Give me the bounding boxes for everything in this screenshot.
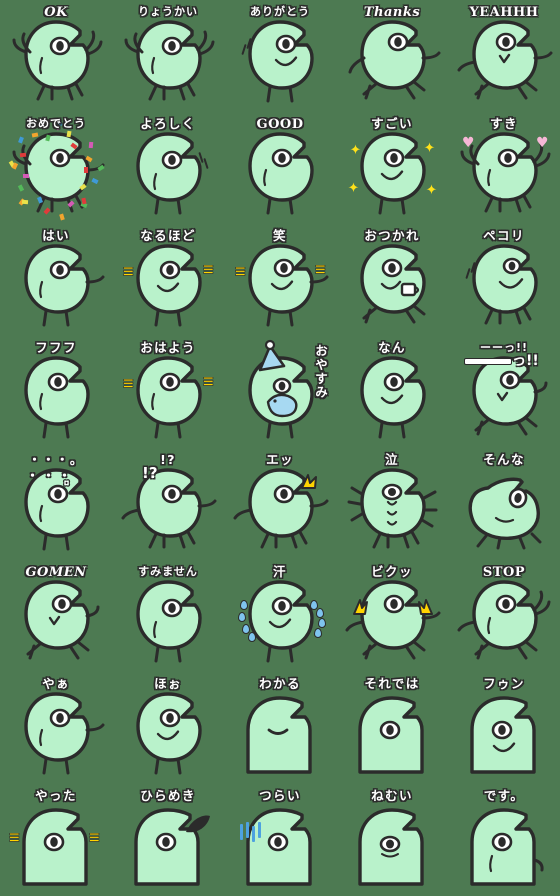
sticker-cell[interactable]: STOP [448,560,560,672]
sticker-cell[interactable]: それでは [336,672,448,784]
bird-character-icon [448,784,560,896]
bird-character-icon [336,672,448,784]
sticker-cell[interactable]: ひらめき [112,784,224,896]
sticker-cell[interactable]: 泣 [336,448,448,560]
sticker-cell[interactable]: OK [0,0,112,112]
bird-character-icon [0,560,112,672]
bird-character-icon [224,224,336,336]
bird-character-icon [336,784,448,896]
bird-character-icon [448,336,560,448]
bird-character-icon [336,112,448,224]
sticker-cell[interactable]: ねむい [336,784,448,896]
bird-character-icon [112,448,224,560]
sticker-cell[interactable]: ♥ ♥ すき [448,112,560,224]
sticker-cell[interactable]: おつかれ [336,224,448,336]
sticker-cell[interactable]: Thanks [336,0,448,112]
bird-character-icon [0,0,112,112]
sticker-cell[interactable]: ✦ ✦ ✦ ✦ すごい [336,112,448,224]
sticker-cell[interactable]: そんな [448,448,560,560]
bird-character-icon [112,112,224,224]
sticker-sheet: OK りょうかい ありがとう Thanks YEAHHH おめでとう よろしく … [0,0,560,896]
sticker-cell[interactable]: GOOD [224,112,336,224]
bird-character-icon [336,224,448,336]
bird-character-icon [224,336,336,448]
bird-character-icon [224,448,336,560]
bird-character-icon [336,448,448,560]
sticker-cell[interactable]: !?!? [112,448,224,560]
sticker-cell[interactable]: GOMEN [0,560,112,672]
bird-character-icon [224,112,336,224]
sticker-cell[interactable]: です。 [448,784,560,896]
bird-character-icon [224,784,336,896]
sticker-cell[interactable]: ≡ ≡ やった [0,784,112,896]
sticker-cell[interactable]: やぁ [0,672,112,784]
bird-character-icon [336,560,448,672]
bird-character-icon [448,672,560,784]
bird-character-icon [112,336,224,448]
bird-character-icon [224,672,336,784]
bird-character-icon [336,336,448,448]
sticker-cell[interactable]: なん [336,336,448,448]
sticker-cell[interactable]: つらい [224,784,336,896]
sticker-cell[interactable]: フゥン [448,672,560,784]
bird-character-icon [0,224,112,336]
bird-character-icon [448,448,560,560]
bird-character-icon [224,0,336,112]
bird-character-icon [112,672,224,784]
sticker-cell[interactable]: ほぉ [112,672,224,784]
sticker-cell[interactable]: おやすみ [224,336,336,448]
bird-character-icon [448,224,560,336]
sticker-cell[interactable]: すみません [112,560,224,672]
sticker-cell[interactable]: ≡ ≡ なるほど [112,224,224,336]
sticker-cell[interactable]: おめでとう [0,112,112,224]
sticker-cell[interactable]: ありがとう [224,0,336,112]
bird-character-icon [0,112,112,224]
bird-character-icon [448,0,560,112]
bird-character-icon [448,560,560,672]
sticker-cell[interactable]: ・・・。・・・。 [0,448,112,560]
bird-character-icon [0,672,112,784]
bird-character-icon [112,560,224,672]
bird-character-icon [0,784,112,896]
bird-character-icon [112,224,224,336]
sticker-cell[interactable]: エッ [224,448,336,560]
sticker-cell[interactable]: ペコリ [448,224,560,336]
bird-character-icon [0,336,112,448]
bird-character-icon [336,0,448,112]
sticker-cell[interactable]: ≡ ≡ おはよう [112,336,224,448]
sticker-cell[interactable]: りょうかい [112,0,224,112]
sticker-cell[interactable]: フフフ [0,336,112,448]
sticker-cell[interactable]: わかる [224,672,336,784]
bird-character-icon [448,112,560,224]
sticker-cell[interactable]: っ!! ーーっ!! [448,336,560,448]
sticker-cell[interactable]: はい [0,224,112,336]
sticker-cell[interactable]: ≡ ≡ 笑 [224,224,336,336]
sticker-cell[interactable]: 汗 [224,560,336,672]
bird-character-icon [0,448,112,560]
bird-character-icon [112,0,224,112]
sticker-cell[interactable]: よろしく [112,112,224,224]
bird-character-icon [112,784,224,896]
bird-character-icon [224,560,336,672]
sticker-cell[interactable]: YEAHHH [448,0,560,112]
sticker-cell[interactable]: ビクッ [336,560,448,672]
